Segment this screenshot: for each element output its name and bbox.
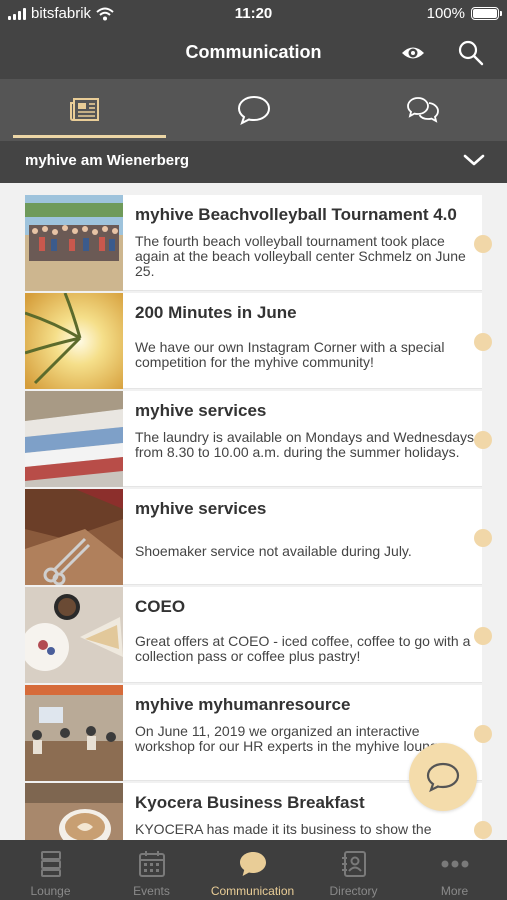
news-thumbnail — [25, 195, 123, 291]
news-title: myhive myhumanresource — [135, 695, 351, 714]
news-thumbnail — [25, 489, 123, 585]
news-excerpt: The fourth beach volleyball tournament t… — [135, 233, 466, 279]
news-title: Kyocera Business Breakfast — [135, 793, 365, 812]
address-book-icon — [341, 851, 366, 877]
news-excerpt: We have our own Instagram Corner with a … — [135, 339, 445, 370]
tab-news[interactable] — [0, 79, 169, 141]
bottom-nav-label: Lounge — [30, 884, 71, 898]
unread-indicator — [474, 333, 492, 351]
eye-icon[interactable] — [400, 41, 426, 65]
bottom-nav: Lounge Events Communication Directory Mo… — [0, 840, 507, 900]
bottom-nav-lounge[interactable]: Lounge — [0, 840, 101, 900]
page-title: Communication — [185, 42, 322, 62]
chat-bubble-icon — [237, 95, 270, 125]
bottom-nav-label: More — [440, 884, 469, 898]
news-excerpt: The laundry is available on Mondays and … — [135, 429, 475, 460]
tab-chat[interactable] — [169, 79, 338, 141]
more-dots-icon — [441, 860, 468, 868]
news-excerpt: Great offers at COEO - iced coffee, coff… — [135, 633, 471, 664]
tab-bar — [0, 79, 507, 141]
unread-indicator — [474, 821, 492, 839]
unread-indicator — [474, 529, 492, 547]
news-thumbnail — [25, 783, 123, 840]
news-card[interactable]: 200 Minutes in June We have our own Inst… — [25, 293, 482, 389]
bottom-nav-label: Directory — [329, 884, 378, 898]
news-excerpt: KYOCERA has made it its business to show… — [135, 821, 432, 837]
bottom-nav-label: Events — [133, 884, 170, 898]
news-thumbnail — [25, 293, 123, 389]
stack-icon — [40, 851, 61, 877]
status-bar: bitsfabrik 11:20 100% — [0, 0, 507, 28]
channel-selector[interactable]: myhive am Wienerberg — [0, 141, 507, 183]
calendar-icon — [138, 851, 165, 877]
news-title: COEO — [135, 597, 186, 616]
bottom-nav-label: Communication — [210, 884, 295, 898]
unread-indicator — [474, 725, 492, 743]
news-title: 200 Minutes in June — [135, 303, 297, 322]
new-message-button[interactable] — [409, 743, 477, 811]
news-title: myhive services — [135, 401, 267, 420]
news-feed[interactable]: myhive Beachvolleyball Tournament 4.0 Th… — [0, 183, 507, 840]
bottom-nav-events[interactable]: Events — [101, 840, 202, 900]
news-thumbnail — [25, 587, 123, 683]
group-chat-icon — [406, 97, 439, 123]
channel-label: myhive am Wienerberg — [25, 152, 190, 169]
nav-header: Communication — [0, 28, 507, 79]
search-icon[interactable] — [457, 39, 485, 67]
chat-bubble-icon — [426, 762, 460, 793]
news-title: myhive Beachvolleyball Tournament 4.0 — [135, 205, 457, 224]
bottom-nav-more[interactable]: More — [404, 840, 505, 900]
newspaper-icon — [69, 98, 99, 121]
news-title: myhive services — [135, 499, 267, 518]
news-thumbnail — [25, 685, 123, 781]
battery-fill — [473, 9, 497, 18]
status-right: 100% — [426, 5, 502, 22]
chat-bubble-icon — [239, 852, 266, 876]
unread-indicator — [474, 627, 492, 645]
news-card[interactable]: myhive Beachvolleyball Tournament 4.0 Th… — [25, 195, 482, 291]
tab-group-chat[interactable] — [338, 79, 507, 141]
bottom-nav-directory[interactable]: Directory — [303, 840, 404, 900]
unread-indicator — [474, 235, 492, 253]
news-card[interactable]: myhive services Shoemaker service not av… — [25, 489, 482, 585]
news-thumbnail — [25, 391, 123, 487]
news-card[interactable]: myhive services The laundry is available… — [25, 391, 482, 487]
battery-percent: 100% — [426, 5, 465, 22]
chevron-down-icon[interactable] — [463, 153, 485, 167]
unread-indicator — [474, 431, 492, 449]
news-card[interactable]: COEO Great offers at COEO - iced coffee,… — [25, 587, 482, 683]
news-excerpt: Shoemaker service not available during J… — [135, 543, 412, 559]
active-tab-indicator — [13, 135, 166, 138]
battery-icon — [471, 7, 502, 20]
bottom-nav-communication[interactable]: Communication — [202, 840, 303, 900]
